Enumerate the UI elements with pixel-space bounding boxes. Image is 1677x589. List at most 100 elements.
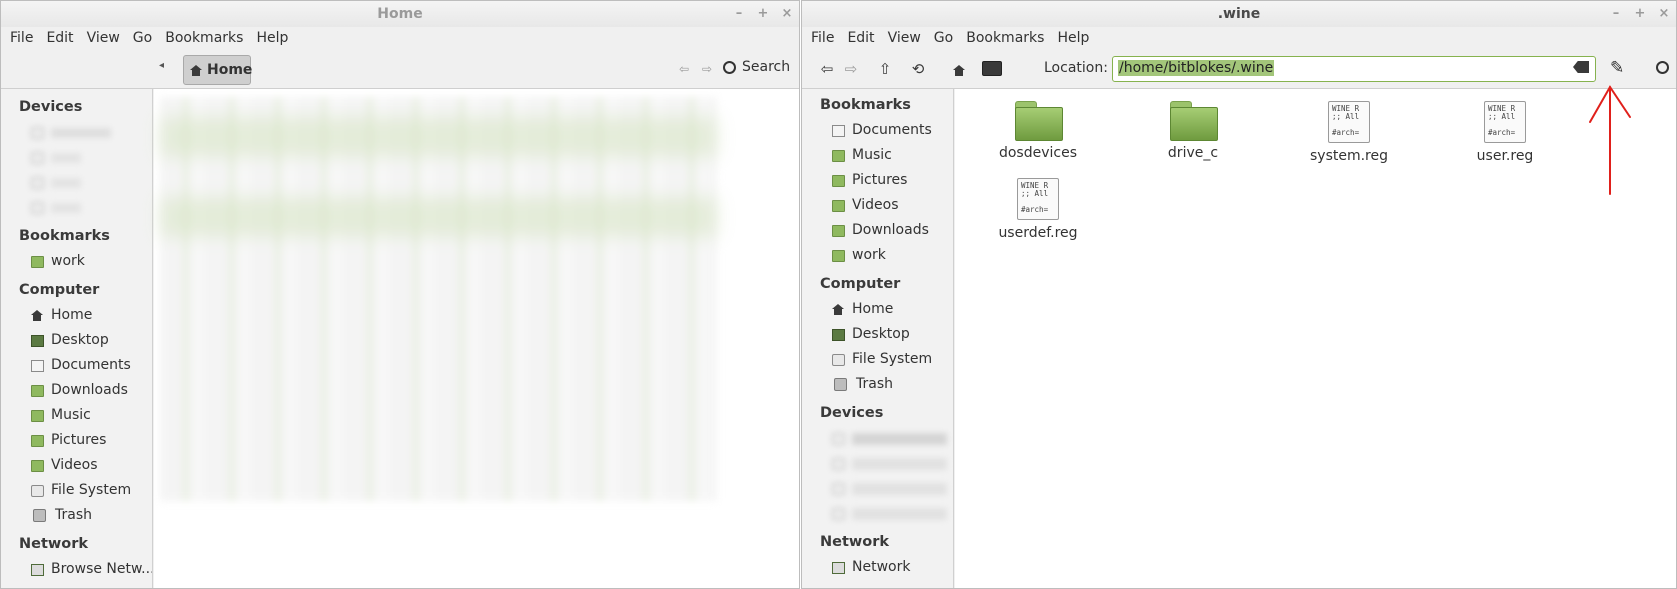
sidebar-item-pictures[interactable]: Pictures — [802, 168, 953, 193]
breadcrumb-label: Home — [207, 62, 253, 78]
window-titlebar[interactable]: Home – + × — [1, 1, 799, 27]
folder-icon — [31, 255, 44, 268]
sidebar-item-work[interactable]: work — [802, 243, 953, 268]
drive-icon — [31, 201, 44, 214]
reload-icon[interactable]: ⟲ — [907, 58, 929, 80]
minimize-button[interactable]: – — [1610, 1, 1622, 27]
devices-list — [802, 426, 953, 526]
sidebar-item-browse-network[interactable]: Browse Netw... — [1, 557, 152, 582]
forward-arrow-icon[interactable]: ⇨ — [840, 58, 862, 80]
file-item-system-reg[interactable]: WINE R ;; All #arch= system.reg — [1289, 101, 1409, 164]
sidebar-heading-network: Network — [19, 536, 89, 552]
sidebar-item-device[interactable] — [802, 501, 953, 526]
sidebar-item-home[interactable]: Home — [802, 297, 953, 322]
sidebar-item-filesystem[interactable]: File System — [802, 347, 953, 372]
file-name: system.reg — [1309, 148, 1388, 164]
menu-help[interactable]: Help — [256, 30, 297, 46]
sidebar-item-trash[interactable]: Trash — [1, 503, 152, 528]
file-item-dosdevices[interactable]: dosdevices — [978, 101, 1098, 161]
sidebar-item-pictures[interactable]: Pictures — [1, 428, 152, 453]
menu-help[interactable]: Help — [1057, 30, 1098, 46]
computer-icon[interactable] — [982, 61, 1002, 76]
sidebar-item-device[interactable] — [802, 476, 953, 501]
menu-go[interactable]: Go — [934, 30, 962, 46]
sidebar-heading-devices: Devices — [820, 405, 884, 421]
home-icon[interactable] — [953, 65, 965, 76]
menu-view[interactable]: View — [888, 30, 930, 46]
file-view[interactable] — [154, 89, 799, 588]
home-icon — [832, 304, 845, 315]
menubar: File Edit View Go Bookmarks Help — [802, 27, 1676, 49]
edit-location-pencil-icon[interactable]: ✎ — [1610, 58, 1624, 78]
sidebar-item-device[interactable] — [1, 170, 152, 195]
sidebar-item-device[interactable] — [1, 145, 152, 170]
network-icon — [31, 563, 44, 576]
network-icon — [832, 561, 845, 574]
sidebar-item-desktop[interactable]: Desktop — [802, 322, 953, 347]
sidebar-heading-network: Network — [820, 534, 890, 550]
sidebar-item-downloads[interactable]: Downloads — [802, 218, 953, 243]
sidebar-item-device[interactable] — [802, 426, 953, 451]
sidebar-item-work[interactable]: work — [1, 249, 152, 274]
sidebar-item-music[interactable]: Music — [1, 403, 152, 428]
sidebar-item-videos[interactable]: Videos — [1, 453, 152, 478]
sidebar-item-desktop[interactable]: Desktop — [1, 328, 152, 353]
pictures-folder-icon — [31, 434, 44, 447]
sidebar-item-label: Pictures — [852, 172, 908, 188]
path-scroll-left-button[interactable]: ◂ — [159, 60, 164, 71]
file-item-user-reg[interactable]: WINE R ;; All #arch= user.reg — [1445, 101, 1565, 164]
sidebar-item-network[interactable]: Network — [802, 555, 953, 580]
sidebar-item-music[interactable]: Music — [802, 143, 953, 168]
up-arrow-icon[interactable]: ⇧ — [874, 58, 896, 80]
file-view[interactable]: dosdevices drive_c WINE R ;; All #arch= … — [955, 89, 1676, 588]
sidebar-item-home[interactable]: Home — [1, 303, 152, 328]
location-input[interactable]: /home/bitblokes/.wine — [1112, 56, 1596, 82]
menu-bookmarks[interactable]: Bookmarks — [165, 30, 252, 46]
file-item-drive-c[interactable]: drive_c — [1133, 101, 1253, 161]
music-folder-icon — [31, 409, 44, 422]
maximize-button[interactable]: + — [1634, 1, 1646, 27]
menu-go[interactable]: Go — [133, 30, 161, 46]
sidebar-item-device[interactable] — [1, 120, 152, 145]
close-button[interactable]: × — [1658, 1, 1670, 27]
back-arrow-icon[interactable]: ⇦ — [816, 58, 838, 80]
sidebar-item-videos[interactable]: Videos — [802, 193, 953, 218]
back-arrow-icon[interactable]: ⇦ — [673, 58, 695, 80]
sidebar-item-documents[interactable]: Documents — [1, 353, 152, 378]
sidebar-item-downloads[interactable]: Downloads — [1, 378, 152, 403]
drive-icon — [31, 484, 44, 497]
menu-file[interactable]: File — [811, 30, 843, 46]
sidebar-item-label: Network — [852, 559, 911, 575]
sidebar-item-trash[interactable]: Trash — [802, 372, 953, 397]
search-button[interactable]: Search — [723, 59, 790, 75]
location-value: /home/bitblokes/.wine — [1118, 60, 1275, 76]
sidebar-item-label: work — [51, 253, 85, 269]
sidebar-item-device[interactable] — [1, 195, 152, 220]
menu-edit[interactable]: Edit — [46, 30, 82, 46]
maximize-button[interactable]: + — [757, 1, 769, 27]
search-icon[interactable] — [1656, 61, 1669, 74]
forward-arrow-icon[interactable]: ⇨ — [696, 58, 718, 80]
desktop-icon — [832, 328, 845, 341]
menu-edit[interactable]: Edit — [847, 30, 883, 46]
sidebar-item-documents[interactable]: Documents — [802, 118, 953, 143]
menu-bookmarks[interactable]: Bookmarks — [966, 30, 1053, 46]
sidebar-item-label: Pictures — [51, 432, 107, 448]
close-button[interactable]: × — [781, 1, 793, 27]
clear-text-icon[interactable] — [1573, 61, 1589, 73]
sidebar-item-label: Music — [852, 147, 892, 163]
menu-view[interactable]: View — [87, 30, 129, 46]
folder-icon — [832, 249, 845, 262]
sidebar-item-device[interactable] — [802, 451, 953, 476]
sidebar-heading-devices: Devices — [19, 99, 83, 115]
text-file-icon: WINE R ;; All #arch= — [1484, 101, 1526, 143]
sidebar: Bookmarks Documents Music Pictures Video… — [802, 89, 954, 588]
menu-file[interactable]: File — [10, 30, 42, 46]
location-label: Location: — [1044, 60, 1108, 76]
breadcrumb-home-button[interactable]: Home — [183, 55, 253, 85]
minimize-button[interactable]: – — [733, 1, 745, 27]
file-item-userdef-reg[interactable]: WINE R ;; All #arch= userdef.reg — [978, 178, 1098, 241]
sidebar-item-filesystem[interactable]: File System — [1, 478, 152, 503]
documents-folder-icon — [31, 359, 44, 372]
window-titlebar[interactable]: .wine – + × — [802, 1, 1676, 27]
